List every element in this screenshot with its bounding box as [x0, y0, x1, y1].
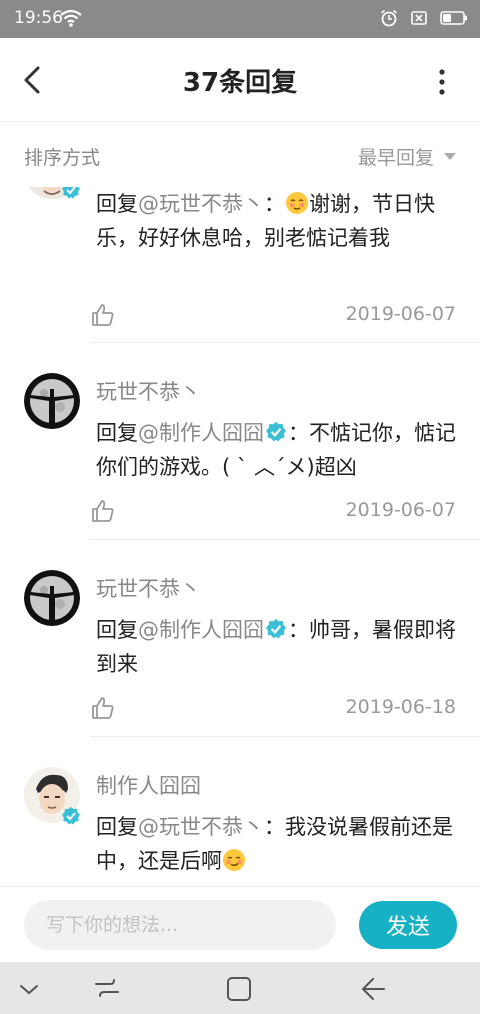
system-nav-bar — [0, 962, 480, 1014]
status-time: 19:56 — [14, 8, 63, 28]
reply-list[interactable]: 回复@玩世不恭丶： 谢谢，节日快乐，好好休息哈，别老惦记着我 2019-06-07… — [0, 187, 480, 886]
avatar[interactable] — [24, 373, 80, 429]
smirk-emoji-icon — [223, 849, 245, 871]
sort-selected-value: 最早回复 — [357, 147, 434, 169]
reply-separator: ： — [288, 421, 309, 445]
reply-body: 回复@玩世不恭丶：我没说暑假前还是中，还是后啊 — [96, 810, 458, 878]
reply-body: 回复@制作人囧囧 ：不惦记你，惦记你们的游戏。( ˋ ︿ˊメ)超凶 — [96, 416, 458, 484]
reply-prefix: 回复 — [96, 192, 138, 216]
reply-separator: ： — [264, 192, 285, 216]
mention-link[interactable]: @玩世不恭丶 — [138, 815, 264, 839]
blushing-emoji-icon — [286, 192, 308, 214]
sort-label: 排序方式 — [24, 147, 101, 169]
verified-badge-icon — [62, 807, 80, 825]
reply-date: 2019-06-07 — [345, 303, 456, 325]
no-sim-icon — [411, 11, 427, 25]
verified-badge-icon — [266, 619, 286, 639]
mention-link[interactable]: @玩世不恭丶 — [138, 192, 264, 216]
moon-silhouette-avatar-icon — [24, 570, 80, 626]
alarm-icon — [380, 9, 398, 27]
reply-item: 玩世不恭丶 回复@制作人囧囧 ：帅哥，暑假即将到来 2019-06-18 — [0, 540, 480, 737]
moon-silhouette-avatar-icon — [24, 373, 80, 429]
reply-date: 2019-06-07 — [345, 499, 456, 521]
recent-apps-icon[interactable] — [92, 974, 122, 1004]
status-bar: 19:56 — [0, 0, 480, 38]
mention-link[interactable]: @制作人囧囧 — [138, 421, 264, 445]
more-options-icon[interactable] — [430, 64, 454, 100]
reply-prefix: 回复 — [96, 815, 138, 839]
reply-date: 2019-06-18 — [345, 696, 456, 718]
reply-item: 制作人囧囧 回复@玩世不恭丶：我没说暑假前还是中，还是后啊 — [0, 737, 480, 886]
reply-separator: ： — [288, 618, 309, 642]
verified-badge-icon — [62, 187, 80, 199]
sort-bar: 排序方式 最早回复 — [0, 123, 480, 187]
back-nav-icon[interactable] — [358, 974, 388, 1004]
comment-composer: 发送 — [0, 886, 480, 962]
verified-badge-icon — [266, 422, 286, 442]
home-icon[interactable] — [224, 974, 254, 1004]
reply-body: 回复@制作人囧囧 ：帅哥，暑假即将到来 — [96, 613, 458, 681]
reply-author[interactable]: 玩世不恭丶 — [96, 376, 201, 406]
send-button[interactable]: 发送 — [359, 901, 457, 949]
mention-link[interactable]: @制作人囧囧 — [138, 618, 264, 642]
reply-separator: ： — [264, 815, 285, 839]
thumbs-up-icon[interactable] — [90, 695, 116, 721]
avatar[interactable] — [24, 570, 80, 626]
reply-item: 回复@玩世不恭丶： 谢谢，节日快乐，好好休息哈，别老惦记着我 2019-06-07 — [0, 187, 480, 343]
battery-icon — [440, 11, 467, 25]
top-bar: 37条回复 — [0, 38, 480, 122]
caret-down-icon — [444, 153, 456, 160]
reply-text: 谢谢，节 — [309, 192, 393, 216]
collapse-chevron-icon[interactable] — [14, 974, 44, 1004]
reply-prefix: 回复 — [96, 618, 138, 642]
reply-author[interactable]: 玩世不恭丶 — [96, 573, 201, 603]
wifi-icon — [60, 9, 82, 27]
reply-item: 玩世不恭丶 回复@制作人囧囧 ：不惦记你，惦记你们的游戏。( ˋ ︿ˊメ)超凶 2… — [0, 343, 480, 540]
reply-body: 回复@玩世不恭丶： 谢谢，节日快乐，好好休息哈，别老惦记着我 — [96, 187, 458, 255]
status-icons — [380, 9, 468, 27]
thumbs-up-icon[interactable] — [90, 498, 116, 524]
reply-prefix: 回复 — [96, 421, 138, 445]
reply-author[interactable]: 制作人囧囧 — [96, 770, 201, 800]
sort-dropdown[interactable]: 最早回复 — [358, 143, 456, 170]
page-title: 37条回复 — [182, 68, 298, 98]
thumbs-up-icon[interactable] — [90, 302, 116, 328]
comment-input[interactable] — [24, 900, 336, 950]
